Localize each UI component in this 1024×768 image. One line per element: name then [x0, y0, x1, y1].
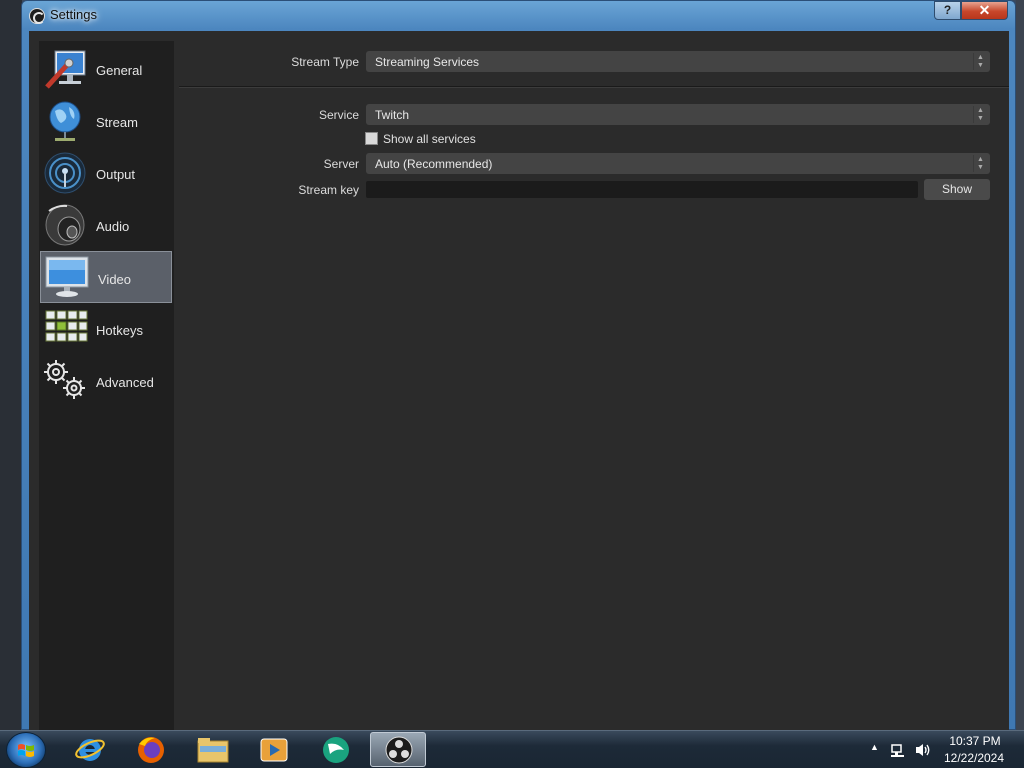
sidebar-item-stream[interactable]: Stream	[39, 95, 174, 147]
taskbar-obs[interactable]	[370, 732, 426, 767]
general-icon	[45, 50, 86, 89]
sidebar-item-advanced[interactable]: Advanced	[39, 355, 174, 407]
sidebar-item-label: Output	[96, 167, 136, 182]
desktop-background-right	[1016, 0, 1024, 730]
settings-window: Settings ? ✕ General Stream Output Audio…	[21, 0, 1016, 731]
service-dropdown[interactable]: Twitch ▲ ▼	[366, 104, 990, 125]
stream-type-dropdown[interactable]: Streaming Services ▲ ▼	[366, 51, 990, 72]
close-button[interactable]: ✕	[961, 1, 1008, 20]
show-hidden-icons-icon[interactable]: ▲	[870, 742, 879, 752]
taskbar-firefox[interactable]	[123, 732, 179, 767]
desktop-background-left	[0, 0, 22, 730]
obs-app-icon	[29, 8, 45, 24]
sidebar-item-label: Advanced	[96, 375, 154, 390]
title-bar[interactable]: Settings ? ✕	[22, 1, 1015, 31]
sidebar-item-hotkeys[interactable]: Hotkeys	[39, 303, 174, 355]
sidebar-item-general[interactable]: General	[39, 43, 174, 95]
media-player-icon	[260, 738, 288, 762]
stream-type-value: Streaming Services	[375, 55, 480, 69]
kde-connect-icon	[323, 737, 349, 763]
sidebar-item-label: Stream	[96, 115, 138, 130]
window-title: Settings	[50, 7, 97, 22]
section-divider	[179, 86, 1009, 88]
sidebar-item-audio[interactable]: Audio	[39, 199, 174, 251]
dropdown-arrows-icon: ▲ ▼	[973, 106, 987, 123]
show-all-services-checkbox[interactable]	[365, 132, 378, 145]
server-label: Server	[323, 157, 359, 171]
taskbar-file-explorer[interactable]	[185, 732, 241, 767]
settings-client-area: General Stream Output Audio Video Hotkey…	[29, 31, 1009, 731]
help-button[interactable]: ?	[934, 1, 961, 20]
windows-logo-icon	[18, 744, 34, 757]
server-dropdown[interactable]: Auto (Recommended) ▲ ▼	[366, 153, 990, 174]
volume-icon[interactable]	[914, 742, 932, 758]
show-key-button[interactable]: Show	[924, 179, 990, 200]
settings-sidebar: General Stream Output Audio Video Hotkey…	[39, 41, 174, 731]
show-all-services-label[interactable]: Show all services	[383, 132, 476, 146]
clock-date[interactable]: 12/22/2024	[940, 751, 1008, 765]
sidebar-item-label: Audio	[96, 219, 130, 234]
service-value: Twitch	[375, 108, 410, 122]
stream-globe-icon	[49, 101, 81, 141]
obs-icon	[385, 736, 413, 764]
clock-time[interactable]: 10:37 PM	[944, 734, 1006, 748]
network-icon[interactable]	[890, 742, 906, 758]
taskbar-media-player[interactable]	[246, 732, 302, 767]
video-monitor-icon	[45, 256, 89, 297]
service-label: Service	[318, 108, 359, 122]
dropdown-arrows-icon: ▲ ▼	[973, 53, 987, 70]
sidebar-item-output[interactable]: Output	[39, 147, 174, 199]
internet-explorer-icon	[75, 739, 105, 761]
sidebar-item-label: General	[96, 63, 143, 78]
sidebar-item-video[interactable]: Video	[40, 251, 172, 303]
server-value: Auto (Recommended)	[375, 157, 493, 171]
stream-type-label: Stream Type	[291, 55, 359, 69]
advanced-gears-icon	[44, 360, 85, 399]
file-explorer-icon	[197, 738, 229, 763]
firefox-icon	[138, 737, 164, 763]
stream-key-input[interactable]	[366, 181, 918, 198]
taskbar: ▲ 10:37 PM 12/22/2024	[0, 730, 1024, 768]
taskbar-internet-explorer[interactable]	[62, 732, 118, 767]
stream-key-label: Stream key	[298, 183, 359, 197]
start-button[interactable]	[6, 732, 46, 768]
sidebar-item-label: Hotkeys	[96, 323, 143, 338]
audio-speaker-icon	[45, 204, 85, 246]
sidebar-item-label: Video	[98, 272, 132, 287]
hotkeys-keyboard-icon	[45, 310, 88, 342]
taskbar-kde-connect[interactable]	[308, 732, 364, 767]
dropdown-arrows-icon: ▲ ▼	[973, 155, 987, 172]
output-antenna-icon	[44, 152, 86, 194]
